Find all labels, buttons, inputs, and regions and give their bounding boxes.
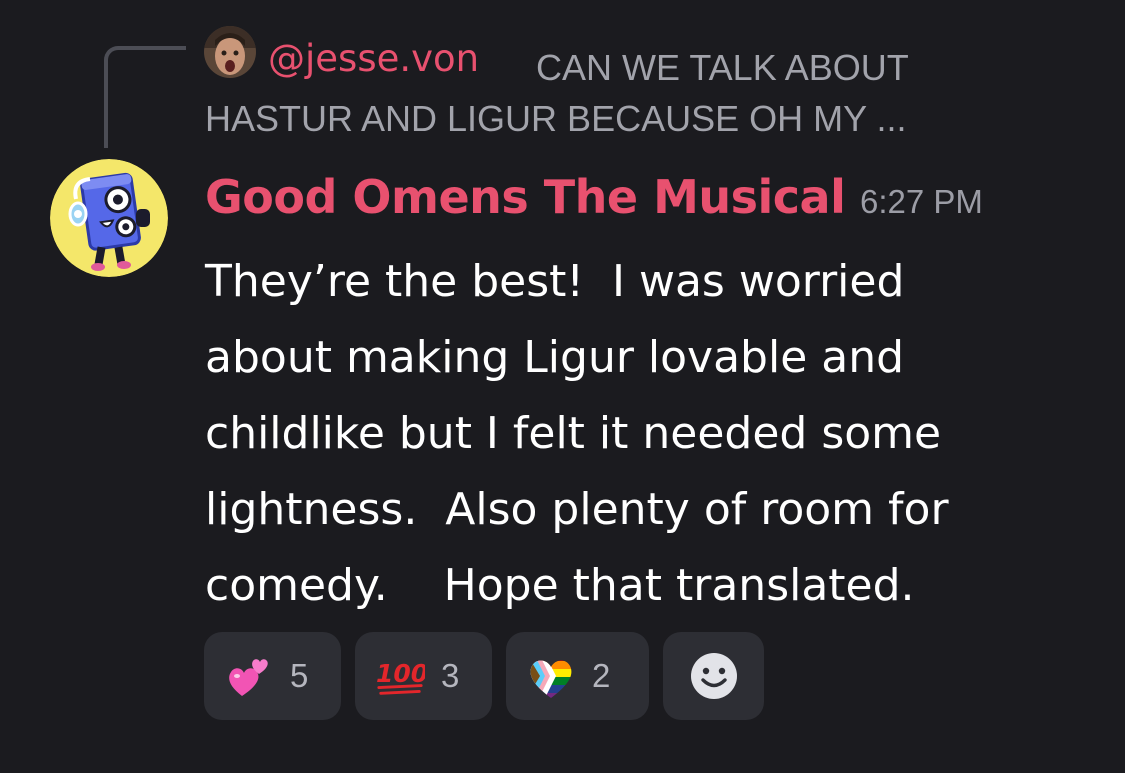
reply-connector-line [104,46,186,148]
add-reaction-button[interactable] [663,632,764,720]
reaction-count: 3 [441,657,460,694]
reply-user-avatar[interactable] [204,26,256,78]
reply-preview-line2[interactable]: HASTUR AND LIGUR BECAUSE OH MY ... [205,96,906,142]
reaction-two-hearts[interactable]: 5 [204,632,341,720]
reply-username[interactable]: @jesse.von [268,33,479,85]
message-line: about making Ligur lovable and [205,332,905,383]
author-name[interactable]: Good Omens The Musical [205,168,846,226]
reactions-bar: 5 100 3 2 [204,632,764,720]
message-content: They’re the best! I was worried about ma… [205,244,1105,624]
message-line: They’re the best! I was worried [205,256,905,307]
add-reaction-smiley-icon [689,651,739,701]
two-hearts-icon [224,651,274,701]
message-line: lightness. Also plenty of room for [205,484,949,535]
progress-pride-heart-icon [526,651,576,701]
hundred-points-icon: 100 [375,651,425,701]
message-timestamp[interactable]: 6:27 PM [860,180,983,224]
reaction-pride-heart[interactable]: 2 [506,632,649,720]
reaction-hundred-points[interactable]: 100 3 [355,632,492,720]
reaction-count: 2 [592,657,611,694]
author-avatar[interactable] [50,159,168,277]
reaction-count: 5 [290,657,309,694]
reply-preview-line1[interactable]: CAN WE TALK ABOUT [536,39,956,97]
message-line: childlike but I felt it needed some [205,408,942,459]
message-line: comedy. Hope that translated. [205,560,915,611]
svg-text:100: 100 [376,659,425,688]
